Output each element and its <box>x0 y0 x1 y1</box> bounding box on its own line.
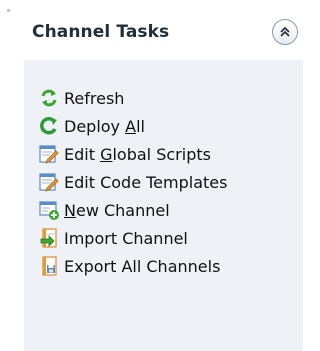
double-chevron-up-icon <box>280 26 290 37</box>
task-label-edit-code-templates: Edit Code Templates <box>64 172 228 192</box>
task-label-edit-global-scripts: Edit Global Scripts <box>64 144 211 164</box>
task-label-deploy-all: Deploy All <box>64 116 145 136</box>
task-export-all-channels[interactable]: Export All Channels <box>24 252 227 280</box>
task-label-refresh: Refresh <box>64 88 125 108</box>
refresh-icon <box>41 89 57 107</box>
edit-document-icon <box>39 145 59 164</box>
task-label-new-channel: New Channel <box>64 200 170 220</box>
corner-mark <box>7 9 10 12</box>
new-channel-icon <box>39 201 59 220</box>
edit-document-icon <box>39 173 59 192</box>
task-list: Refresh Deploy All Edit Global Scripts E… <box>24 84 227 280</box>
task-refresh[interactable]: Refresh <box>24 84 227 112</box>
task-deploy-all[interactable]: Deploy All <box>24 112 227 140</box>
collapse-button[interactable] <box>272 19 298 45</box>
task-label-import-channel: Import Channel <box>64 228 188 248</box>
task-edit-global-scripts[interactable]: Edit Global Scripts <box>24 140 227 168</box>
task-pane-title: Channel Tasks <box>32 22 170 42</box>
task-label-export-all-channels: Export All Channels <box>64 256 221 276</box>
deploy-icon <box>40 116 57 135</box>
task-edit-code-templates[interactable]: Edit Code Templates <box>24 168 227 196</box>
task-import-channel[interactable]: Import Channel <box>24 224 227 252</box>
channel-tasks-panel: Refresh Deploy All Edit Global Scripts E… <box>24 60 303 351</box>
import-icon <box>40 228 57 248</box>
task-new-channel[interactable]: New Channel <box>24 196 227 224</box>
task-pane-header: Channel Tasks <box>24 14 303 50</box>
export-icon <box>42 256 57 276</box>
